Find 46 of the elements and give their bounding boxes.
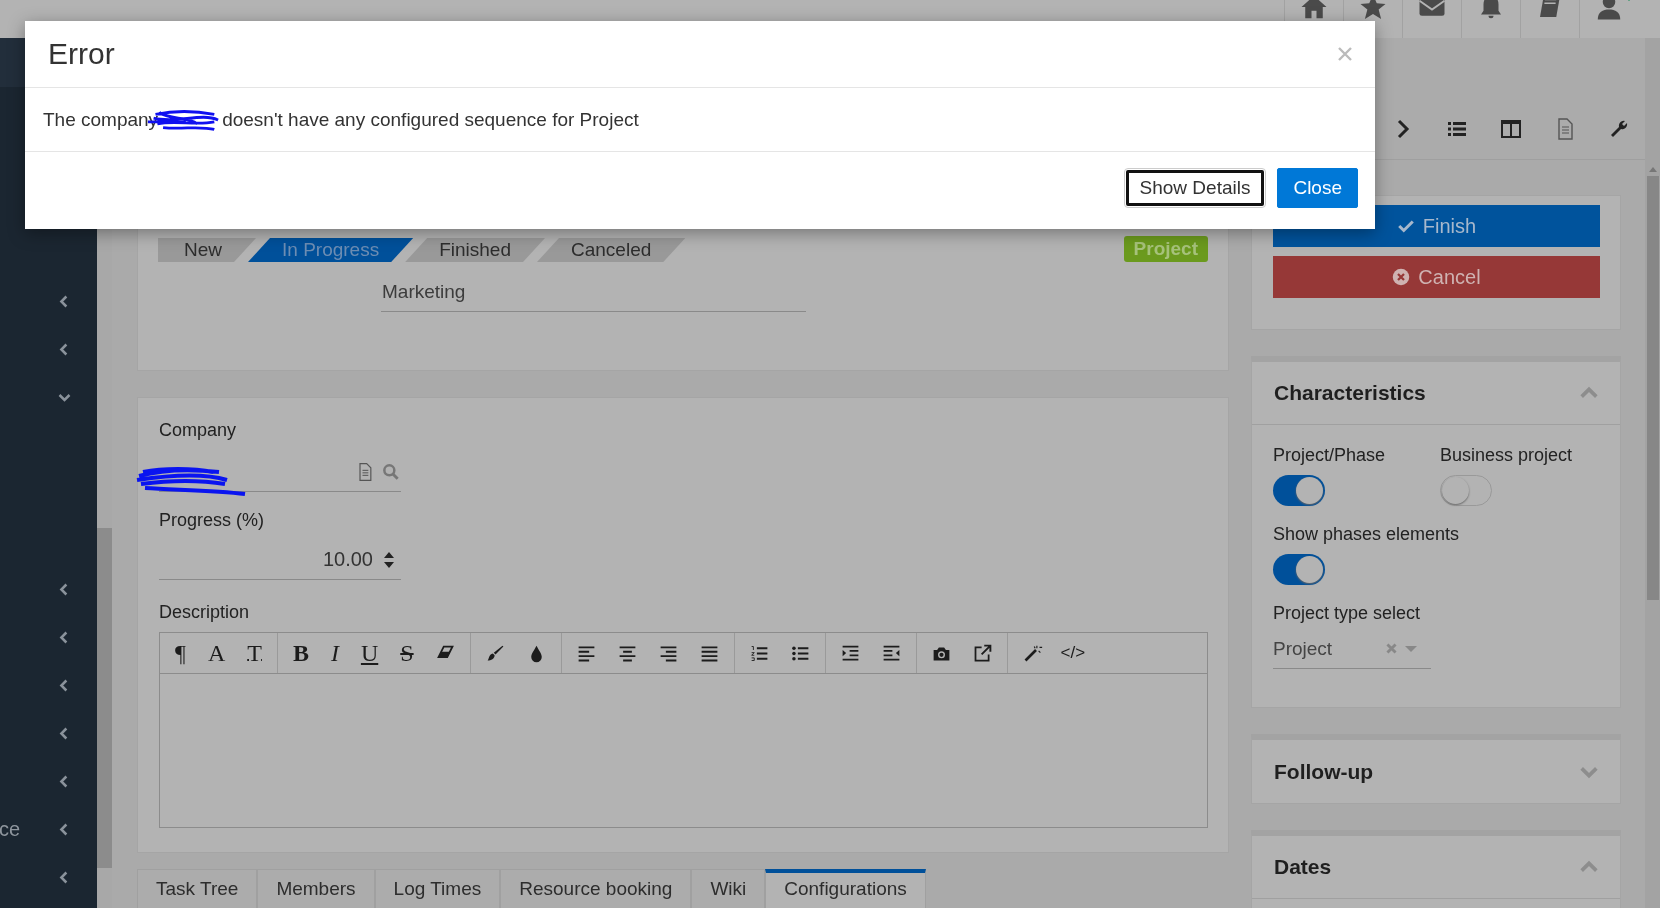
field-label: Company xyxy=(159,420,238,442)
tab[interactable]: Configurations xyxy=(765,869,926,908)
tab[interactable]: Resource booking xyxy=(500,869,692,908)
field-label: Project type select xyxy=(1273,603,1422,625)
strikethrough-button[interactable]: S xyxy=(389,633,425,673)
underline-button[interactable]: U xyxy=(349,633,390,673)
cancel-button[interactable]: Cancel xyxy=(1273,256,1600,298)
tab[interactable]: Log Times xyxy=(374,869,501,908)
field-label: Description xyxy=(159,602,251,624)
tab[interactable]: Wiki xyxy=(691,869,766,908)
field-label: Progress (%) xyxy=(159,510,266,532)
toggle-label: Show phases elements xyxy=(1273,524,1461,546)
name-field[interactable]: Marketing xyxy=(381,278,806,312)
spinner-icon[interactable] xyxy=(383,550,395,569)
bold-button[interactable]: B xyxy=(281,633,320,673)
toggle-label: Business project xyxy=(1440,445,1574,467)
font-size-button[interactable]: T xyxy=(236,633,273,673)
dialog-title: Error xyxy=(48,37,115,71)
toggle-label: Project/Phase xyxy=(1273,445,1387,467)
code-view-button[interactable]: </> xyxy=(1052,633,1094,673)
progress-field[interactable]: 10.00 xyxy=(159,540,401,580)
toggle-switch[interactable] xyxy=(1440,475,1492,506)
status-step[interactable]: Canceled xyxy=(537,238,686,262)
close-circle-icon xyxy=(1392,268,1411,286)
italic-button[interactable]: I xyxy=(319,633,350,673)
paragraph-button[interactable]: ¶ xyxy=(164,633,197,673)
details-button[interactable]: Show Details xyxy=(1123,168,1267,208)
tab[interactable]: Members xyxy=(257,869,375,908)
error-message: The company xyxy=(43,108,159,131)
status-step[interactable]: Finished xyxy=(405,238,545,262)
status-step[interactable]: New xyxy=(158,238,256,262)
panel-title: Characteristics xyxy=(1274,381,1426,405)
close-button[interactable]: Close xyxy=(1277,168,1358,208)
scrollbar-thumb[interactable] xyxy=(97,528,112,868)
panel-title: Dates xyxy=(1274,855,1332,879)
toggle-switch[interactable] xyxy=(1273,554,1325,585)
font-button[interactable]: A xyxy=(196,633,237,673)
progress-value: 10.00 xyxy=(322,548,373,571)
error-message: doesn't have any configured sequence for Project xyxy=(222,108,639,131)
tab[interactable]: Task Tree xyxy=(137,869,258,908)
split-view-icon[interactable] xyxy=(1499,117,1523,141)
toggle-switch[interactable] xyxy=(1273,475,1325,506)
sidebar-item-label: ce xyxy=(0,817,21,841)
scrollbar-thumb[interactable] xyxy=(1646,176,1659,600)
type-badge: Project xyxy=(1123,236,1208,262)
panel-title: Follow-up xyxy=(1274,759,1374,784)
